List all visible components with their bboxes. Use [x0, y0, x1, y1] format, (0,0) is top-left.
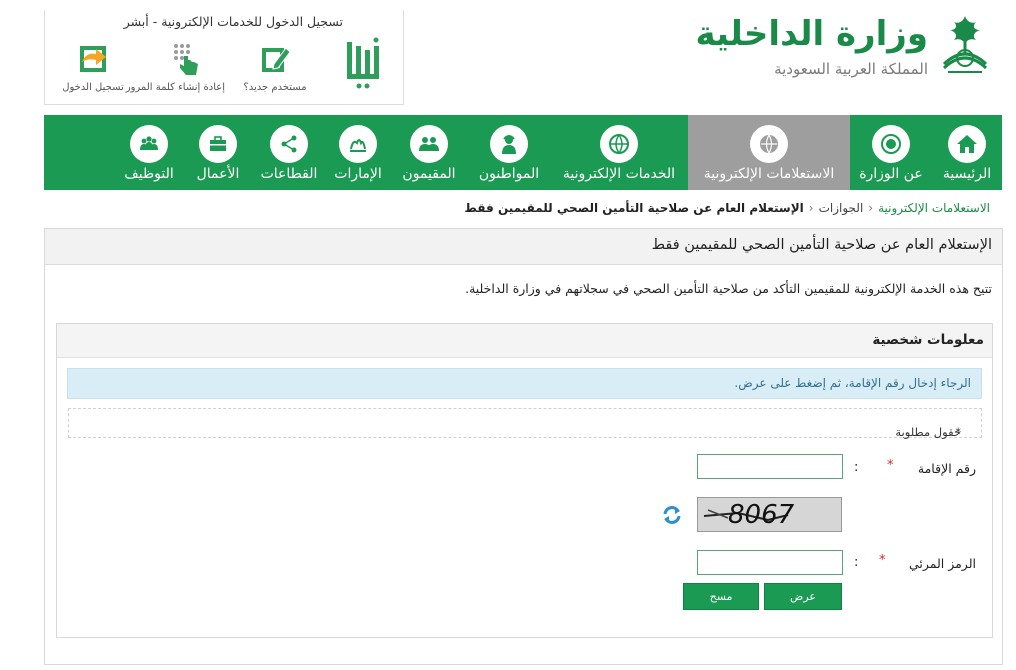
absher-logo-icon[interactable]	[343, 36, 385, 92]
reset-password-link[interactable]: إعادة إنشاء كلمة المرور	[125, 42, 225, 93]
globe-hand-icon	[750, 125, 788, 163]
breadcrumb-current: الإستعلام العام عن صلاحية التأمين الصحي …	[464, 201, 804, 215]
breadcrumb-link-inquiries[interactable]: الاستعلامات الإلكترونية	[878, 201, 990, 215]
briefcase-icon	[199, 125, 237, 163]
home-icon	[948, 125, 986, 163]
captcha-input[interactable]	[697, 550, 843, 575]
citizen-icon	[490, 125, 528, 163]
nav-label-business: الأعمال	[196, 166, 240, 182]
nav-label-about: عن الوزارة	[859, 166, 923, 182]
breadcrumb: الاستعلامات الإلكترونية ‹ الجوازات ‹ الإستعل…	[464, 201, 990, 215]
keypad-hand-icon	[174, 44, 198, 75]
nav-label-employment: التوظيف	[124, 166, 174, 182]
nav-item-sectors[interactable]: القطاعات	[252, 115, 326, 190]
page-title: الإستعلام العام عن صلاحية التأمين الصحي …	[651, 237, 992, 253]
captcha-text: 8067	[728, 500, 795, 530]
emblem-icon	[872, 125, 910, 163]
palm-swords-emblem-icon	[942, 16, 988, 73]
breadcrumb-link-passports[interactable]: الجوازات	[819, 201, 864, 215]
nav-label-residents: المقيمون	[402, 166, 456, 182]
new-user-link[interactable]: مستخدم جديد؟	[235, 42, 315, 93]
service-panel: الإستعلام العام عن صلاحية التأمين الصحي …	[44, 228, 1003, 665]
nav-label-inquiries: الاستعلامات الإلكترونية	[703, 166, 835, 182]
nav-item-emirates[interactable]: الإمارات	[326, 115, 390, 190]
main-navigation: الرئيسية عن الوزارة الاستعلامات الإلكترو…	[44, 115, 1002, 190]
absher-login-box: تسجيل الدخول للخدمات الإلكترونية - أبشر …	[44, 10, 404, 105]
captcha-label: الرمز المرئي	[908, 556, 976, 571]
edit-form-icon	[262, 47, 291, 72]
info-alert-text: الرجاء إدخال رقم الإقامة، ثم إضغط على عر…	[734, 376, 971, 390]
breadcrumb-separator-icon: ‹	[808, 201, 814, 215]
nav-label-home: الرئيسية	[942, 166, 992, 182]
kingdom-name: المملكة العربية السعودية	[774, 60, 928, 78]
nav-item-citizens[interactable]: المواطنون	[468, 115, 550, 190]
personal-info-title: معلومات شخصية	[872, 332, 984, 348]
nav-item-home[interactable]: الرئيسية	[932, 115, 1002, 190]
captcha-colon: :	[854, 555, 859, 570]
nav-item-inquiries[interactable]: الاستعلامات الإلكترونية	[688, 115, 850, 190]
clear-button[interactable]: مسح	[683, 583, 759, 610]
iqama-label: رقم الإقامة	[917, 461, 976, 476]
login-label: تسجيل الدخول	[62, 82, 124, 93]
emirates-icon	[339, 125, 377, 163]
nav-label-citizens: المواطنون	[478, 166, 540, 182]
reset-password-label: إعادة إنشاء كلمة المرور	[125, 82, 225, 93]
iqama-number-input[interactable]	[697, 454, 843, 479]
absher-title: تسجيل الدخول للخدمات الإلكترونية - أبشر	[123, 14, 343, 29]
captcha-image: 8067	[697, 497, 842, 532]
globe-icon	[600, 125, 638, 163]
nav-item-about[interactable]: عن الوزارة	[850, 115, 932, 190]
required-note-text: حقول مطلوبة	[895, 425, 961, 439]
personal-info-heading: معلومات شخصية	[57, 324, 992, 358]
residents-icon	[410, 125, 448, 163]
iqama-colon: :	[854, 460, 859, 475]
info-alert: الرجاء إدخال رقم الإقامة، ثم إضغط على عر…	[67, 368, 982, 399]
share-network-icon	[270, 125, 308, 163]
nav-item-business[interactable]: الأعمال	[184, 115, 252, 190]
breadcrumb-separator-icon: ‹	[868, 201, 874, 215]
new-user-label: مستخدم جديد؟	[243, 82, 307, 93]
ministry-name: وزارة الداخلية	[695, 14, 928, 54]
nav-item-residents[interactable]: المقيمون	[390, 115, 468, 190]
nav-label-sectors: القطاعات	[260, 166, 318, 182]
personal-info-panel: معلومات شخصية الرجاء إدخال رقم الإقامة، …	[56, 323, 993, 638]
iqama-required-star: *	[887, 458, 894, 473]
required-fields-note: * حقول مطلوبة	[68, 408, 982, 439]
nav-item-employment[interactable]: التوظيف	[114, 115, 184, 190]
site-header: وزارة الداخلية المملكة العربية السعودية …	[0, 0, 1016, 112]
submit-button[interactable]: عرض	[764, 583, 842, 610]
people-group-icon	[130, 125, 168, 163]
panel-heading: الإستعلام العام عن صلاحية التأمين الصحي …	[45, 229, 1002, 265]
ministry-logo[interactable]: وزارة الداخلية المملكة العربية السعودية	[696, 10, 994, 90]
nav-label-emirates: الإمارات	[334, 166, 382, 182]
service-description: تتيح هذه الخدمة الإلكترونية للمقيمين الت…	[465, 281, 992, 296]
captcha-required-star: *	[879, 553, 886, 568]
nav-label-services: الخدمات الإلكترونية	[562, 166, 676, 182]
login-link[interactable]: تسجيل الدخول	[53, 42, 133, 93]
login-arrow-icon	[80, 46, 106, 72]
refresh-captcha-icon[interactable]	[661, 504, 683, 526]
nav-item-services[interactable]: الخدمات الإلكترونية	[550, 115, 688, 190]
